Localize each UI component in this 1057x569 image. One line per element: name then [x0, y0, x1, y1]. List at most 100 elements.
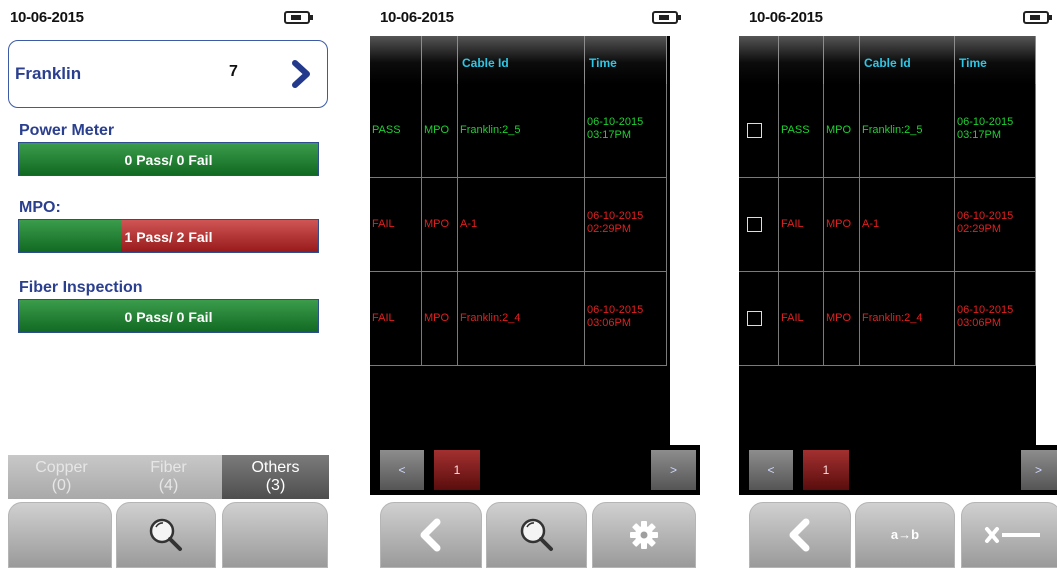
- next-page-button[interactable]: >: [1021, 450, 1057, 490]
- result-summary: 0 Pass/ 0 Fail: [124, 309, 213, 325]
- summary-screen: 10-06-2015 Franklin 7 Power Meter 0 Pass…: [0, 0, 330, 569]
- rename-button[interactable]: a→b: [855, 502, 955, 568]
- back-button[interactable]: [380, 502, 482, 568]
- next-page-button[interactable]: >: [651, 450, 696, 490]
- search-button[interactable]: [486, 502, 587, 568]
- time-cell: 06-10-2015 03:17PM: [955, 84, 1036, 177]
- section-label: Fiber Inspection: [19, 279, 143, 296]
- column-header-time[interactable]: Time: [955, 36, 1036, 84]
- result-summary: 1 Pass/ 2 Fail: [124, 229, 213, 245]
- scrollbar-track[interactable]: [670, 36, 700, 445]
- time-cell: 06-10-2015 03:17PM: [585, 84, 667, 177]
- column-header-time[interactable]: Time: [585, 36, 667, 84]
- cable-id-cell: Franklin:2_4: [860, 272, 955, 365]
- search-icon: [149, 518, 182, 551]
- time-cell: 06-10-2015 02:29PM: [585, 178, 667, 271]
- table-row[interactable]: PASS MPO Franklin:2_5 06-10-2015 03:17PM: [739, 84, 1036, 178]
- type-cell: MPO: [824, 84, 860, 177]
- tab-count: (3): [265, 477, 286, 494]
- rename-icon: a→b: [890, 527, 920, 542]
- time-cell: 06-10-2015 03:06PM: [955, 272, 1036, 365]
- section-label: Power Meter: [19, 122, 115, 139]
- date-label: 10-06-2015: [749, 9, 823, 26]
- type-cell: MPO: [824, 272, 860, 365]
- column-header-cable-id[interactable]: Cable Id: [458, 36, 585, 84]
- cable-id-cell: Franklin:2_4: [458, 272, 585, 365]
- project-card[interactable]: Franklin 7: [8, 40, 328, 108]
- date-label: 10-06-2015: [10, 9, 84, 26]
- mpo-bar[interactable]: 1 Pass/ 2 Fail: [18, 219, 319, 253]
- project-name: Franklin: [15, 64, 82, 83]
- results-select-screen: 10-06-2015 Cable Id Time PASS MPO Frankl…: [739, 0, 1057, 569]
- tab-count: (0): [51, 477, 72, 494]
- table-row[interactable]: FAIL MPO A-1 06-10-2015 02:29PM: [739, 178, 1036, 272]
- row-checkbox[interactable]: [747, 123, 762, 138]
- prev-page-button[interactable]: <: [380, 450, 424, 490]
- status-bar: 10-06-2015: [370, 0, 700, 36]
- pagination: < 1 >: [370, 445, 700, 495]
- soft-button-row: a→b: [739, 500, 1057, 569]
- column-header-cable-id[interactable]: Cable Id: [860, 36, 955, 84]
- type-cell: MPO: [422, 272, 458, 365]
- search-icon: [520, 518, 553, 551]
- cable-id-cell: A-1: [860, 178, 955, 271]
- pagination: < 1 >: [739, 445, 1057, 495]
- delete-icon: [985, 527, 1040, 543]
- column-header: [824, 36, 860, 84]
- project-count: 7: [229, 63, 238, 80]
- results-table: Cable Id Time PASS MPO Franklin:2_5 06-1…: [370, 36, 670, 445]
- soft-button-row: [370, 500, 700, 569]
- status-cell: PASS: [779, 84, 824, 177]
- back-icon: [420, 518, 441, 552]
- select-cell: [739, 178, 779, 271]
- table-row[interactable]: FAIL MPO Franklin:2_4 06-10-2015 03:06PM: [739, 272, 1036, 366]
- page-number-button[interactable]: 1: [434, 450, 480, 490]
- column-header: [779, 36, 824, 84]
- search-button[interactable]: [116, 502, 216, 568]
- blank-button[interactable]: [8, 502, 112, 568]
- back-icon: [789, 518, 810, 552]
- time-cell: 06-10-2015 03:06PM: [585, 272, 667, 365]
- status-cell: FAIL: [779, 178, 824, 271]
- back-button[interactable]: [749, 502, 851, 568]
- status-cell: PASS: [370, 84, 422, 177]
- fiber-inspection-bar[interactable]: 0 Pass/ 0 Fail: [18, 299, 319, 333]
- row-checkbox[interactable]: [747, 311, 762, 326]
- select-cell: [739, 272, 779, 365]
- select-cell: [739, 84, 779, 177]
- power-meter-bar[interactable]: 0 Pass/ 0 Fail: [18, 142, 319, 176]
- results-list-screen: 10-06-2015 Cable Id Time PASS MPO Frankl…: [370, 0, 700, 569]
- status-bar: 10-06-2015: [739, 0, 1057, 36]
- column-header: [739, 36, 779, 84]
- battery-icon: [652, 11, 681, 24]
- prev-page-button[interactable]: <: [749, 450, 793, 490]
- cable-id-cell: Franklin:2_5: [458, 84, 585, 177]
- table-row[interactable]: FAIL MPO A-1 06-10-2015 02:29PM: [370, 178, 667, 272]
- blank-button[interactable]: [222, 502, 328, 568]
- type-cell: MPO: [422, 178, 458, 271]
- row-checkbox[interactable]: [747, 217, 762, 232]
- tab-others[interactable]: Others (3): [222, 455, 329, 499]
- delete-button[interactable]: [961, 502, 1057, 568]
- status-cell: FAIL: [370, 178, 422, 271]
- results-table: Cable Id Time PASS MPO Franklin:2_5 06-1…: [739, 36, 1036, 445]
- column-header: [370, 36, 422, 84]
- gear-icon: [630, 521, 658, 549]
- page-number-button[interactable]: 1: [803, 450, 849, 490]
- result-summary: 0 Pass/ 0 Fail: [124, 152, 213, 168]
- tab-count: (4): [158, 477, 179, 494]
- tab-label: Fiber: [150, 459, 187, 476]
- tab-copper[interactable]: Copper (0): [8, 455, 115, 499]
- scrollbar-track[interactable]: [1036, 36, 1057, 445]
- table-row[interactable]: FAIL MPO Franklin:2_4 06-10-2015 03:06PM: [370, 272, 667, 366]
- table-row[interactable]: PASS MPO Franklin:2_5 06-10-2015 03:17PM: [370, 84, 667, 178]
- tab-label: Others: [251, 459, 300, 476]
- tab-label: Copper: [35, 459, 88, 476]
- column-header: [422, 36, 458, 84]
- cable-id-cell: Franklin:2_5: [860, 84, 955, 177]
- status-bar: 10-06-2015: [0, 0, 330, 36]
- tab-fiber[interactable]: Fiber (4): [115, 455, 222, 499]
- settings-button[interactable]: [592, 502, 696, 568]
- soft-button-row: [0, 500, 330, 569]
- chevron-right-icon[interactable]: [283, 55, 317, 93]
